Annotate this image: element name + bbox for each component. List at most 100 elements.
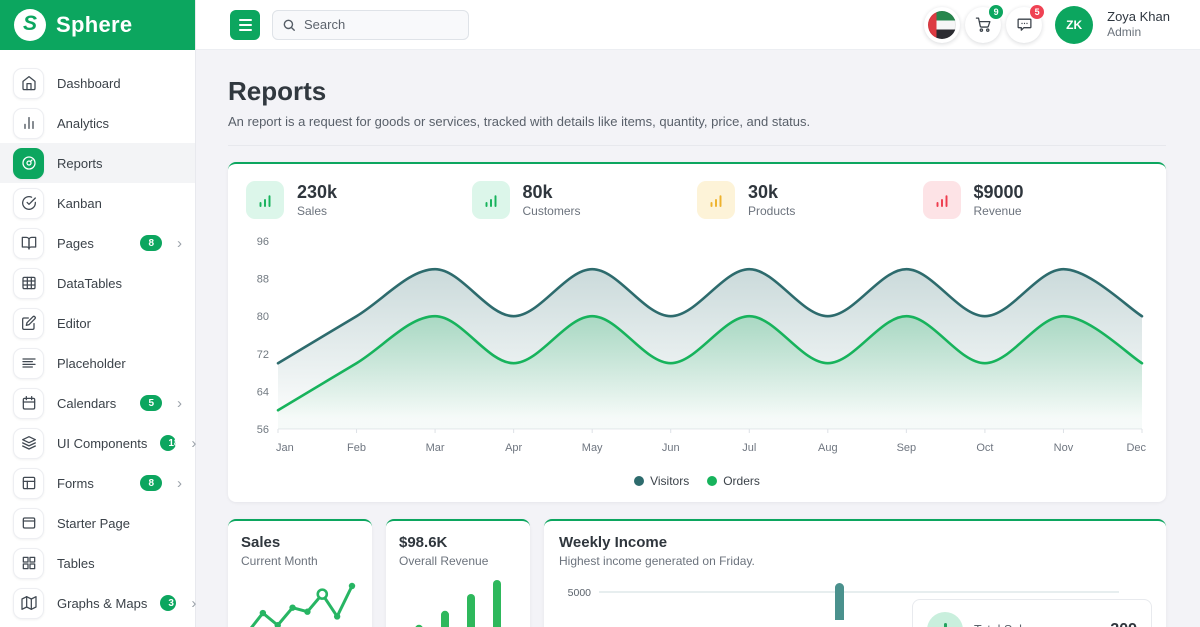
- app-window: S Sphere Dashboard › Analytics › Reports…: [0, 0, 1200, 627]
- chevron-right-icon: ›: [191, 596, 196, 611]
- revenue-stat-icon: [923, 181, 961, 219]
- legend-dot-icon: [634, 476, 644, 486]
- svg-text:64: 64: [257, 386, 269, 398]
- map-icon: [13, 588, 44, 619]
- stat-revenue: $9000 Revenue: [923, 181, 1149, 219]
- svg-text:Jun: Jun: [662, 442, 680, 454]
- svg-text:Feb: Feb: [347, 442, 366, 454]
- total-sales-icon: [927, 612, 963, 627]
- stat-label: Revenue: [974, 204, 1024, 218]
- sidebar-item-label: Dashboard: [57, 76, 182, 91]
- main-content: Reports An report is a request for goods…: [196, 50, 1200, 627]
- card-title: $98.6K: [399, 534, 517, 551]
- bar-chart-icon: [13, 108, 44, 139]
- page-subtitle: An report is a request for goods or serv…: [228, 114, 1166, 129]
- chevron-right-icon: ›: [177, 396, 182, 411]
- table-icon: [13, 268, 44, 299]
- sidebar-item-kanban[interactable]: Kanban ›: [0, 183, 195, 223]
- book-open-icon: [13, 228, 44, 259]
- brand-header[interactable]: S Sphere: [0, 0, 195, 50]
- sidebar-item-badge: 8: [140, 235, 162, 251]
- card-subtitle: Overall Revenue: [399, 554, 517, 568]
- language-flag-button[interactable]: [924, 7, 960, 43]
- sales-mini-card: Sales Current Month: [228, 519, 372, 627]
- bottom-cards-row: Sales Current Month $98.6K Overall Reven…: [228, 519, 1166, 627]
- calendar-icon: [13, 388, 44, 419]
- sidebar-item-analytics[interactable]: Analytics ›: [0, 103, 195, 143]
- stat-label: Sales: [297, 204, 337, 218]
- sidebar-item-dashboard[interactable]: Dashboard ›: [0, 63, 195, 103]
- sidebar-item-datatables[interactable]: DataTables ›: [0, 263, 195, 303]
- chevron-right-icon: ›: [177, 476, 182, 491]
- home-icon: [13, 68, 44, 99]
- sidebar-item-label: DataTables: [57, 276, 182, 291]
- grid-icon: [13, 548, 44, 579]
- svg-text:May: May: [582, 442, 603, 454]
- sidebar-item-label: Analytics: [57, 116, 182, 131]
- svg-text:88: 88: [257, 274, 269, 286]
- user-avatar[interactable]: ZK: [1055, 6, 1093, 44]
- sidebar-nav: Dashboard › Analytics › Reports › Kanban…: [0, 50, 195, 623]
- messages-button[interactable]: 5: [1006, 7, 1042, 43]
- svg-text:Aug: Aug: [818, 442, 838, 454]
- visitors-orders-area-chart: 968880726456JanFebMarAprMayJunJulAugSepO…: [244, 229, 1150, 467]
- sidebar-item-reports[interactable]: Reports ›: [0, 143, 195, 183]
- sidebar-item-editor[interactable]: Editor ›: [0, 303, 195, 343]
- card-subtitle: Highest income generated on Friday.: [559, 554, 1151, 568]
- sidebar-item-ui-components[interactable]: UI Components 18 ›: [0, 423, 195, 463]
- sidebar-item-placeholder[interactable]: Placeholder ›: [0, 343, 195, 383]
- svg-text:Apr: Apr: [505, 442, 522, 454]
- svg-text:Mar: Mar: [426, 442, 445, 454]
- svg-text:56: 56: [257, 424, 269, 436]
- edit-icon: [13, 308, 44, 339]
- sidebar-item-label: Pages: [57, 236, 127, 251]
- sidebar-item-label: Forms: [57, 476, 127, 491]
- sidebar-item-forms[interactable]: Forms 8 ›: [0, 463, 195, 503]
- chart-legend: Visitors Orders: [242, 467, 1152, 498]
- align-left-icon: [13, 348, 44, 379]
- sidebar-item-starter-page[interactable]: Starter Page ›: [0, 503, 195, 543]
- products-stat-icon: [697, 181, 735, 219]
- card-title: Weekly Income: [559, 534, 1151, 551]
- search-box[interactable]: [272, 10, 469, 40]
- hamburger-icon: [239, 19, 252, 21]
- sidebar-item-label: Graphs & Maps: [57, 596, 147, 611]
- chevron-right-icon: ›: [191, 436, 196, 451]
- chat-icon: [1016, 16, 1033, 33]
- chevron-right-icon: ›: [177, 236, 182, 251]
- svg-text:80: 80: [257, 311, 269, 323]
- cart-icon: [975, 16, 992, 33]
- legend-item-visitors[interactable]: Visitors: [634, 474, 689, 488]
- sidebar-item-graphs-maps[interactable]: Graphs & Maps 3 ›: [0, 583, 195, 623]
- total-sales-value: -209: [1105, 621, 1137, 627]
- svg-text:96: 96: [257, 236, 269, 248]
- legend-item-orders[interactable]: Orders: [707, 474, 760, 488]
- page-title: Reports: [228, 76, 1166, 107]
- stat-label: Customers: [523, 204, 581, 218]
- sidebar-item-badge: 3: [160, 595, 176, 611]
- sidebar-item-label: UI Components: [57, 436, 147, 451]
- search-input[interactable]: [302, 16, 459, 33]
- sidebar-item-label: Reports: [57, 156, 182, 171]
- sidebar-item-tables[interactable]: Tables ›: [0, 543, 195, 583]
- card-title: Sales: [241, 534, 359, 551]
- topbar-actions: 9 5 ZK Zoya Khan Admin: [924, 6, 1170, 44]
- sidebar-item-pages[interactable]: Pages 8 ›: [0, 223, 195, 263]
- svg-text:Sep: Sep: [897, 442, 917, 454]
- customers-stat-icon: [472, 181, 510, 219]
- sidebar-item-label: Editor: [57, 316, 182, 331]
- sales-stat-icon: [246, 181, 284, 219]
- sidebar-item-calendars[interactable]: Calendars 5 ›: [0, 383, 195, 423]
- total-sales-widget: Total Sales -209: [912, 599, 1152, 627]
- check-circle-icon: [13, 188, 44, 219]
- user-meta: Zoya Khan Admin: [1107, 9, 1170, 40]
- messages-badge: 5: [1029, 4, 1045, 20]
- cart-button[interactable]: 9: [965, 7, 1001, 43]
- uae-flag-icon: [928, 11, 956, 39]
- sidebar-item-label: Starter Page: [57, 516, 182, 531]
- sidebar-item-badge: 8: [140, 475, 162, 491]
- svg-text:Nov: Nov: [1054, 442, 1074, 454]
- menu-toggle-button[interactable]: [230, 10, 260, 40]
- svg-text:Dec: Dec: [1126, 442, 1146, 454]
- weekly-income-card: Weekly Income Highest income generated o…: [544, 519, 1166, 627]
